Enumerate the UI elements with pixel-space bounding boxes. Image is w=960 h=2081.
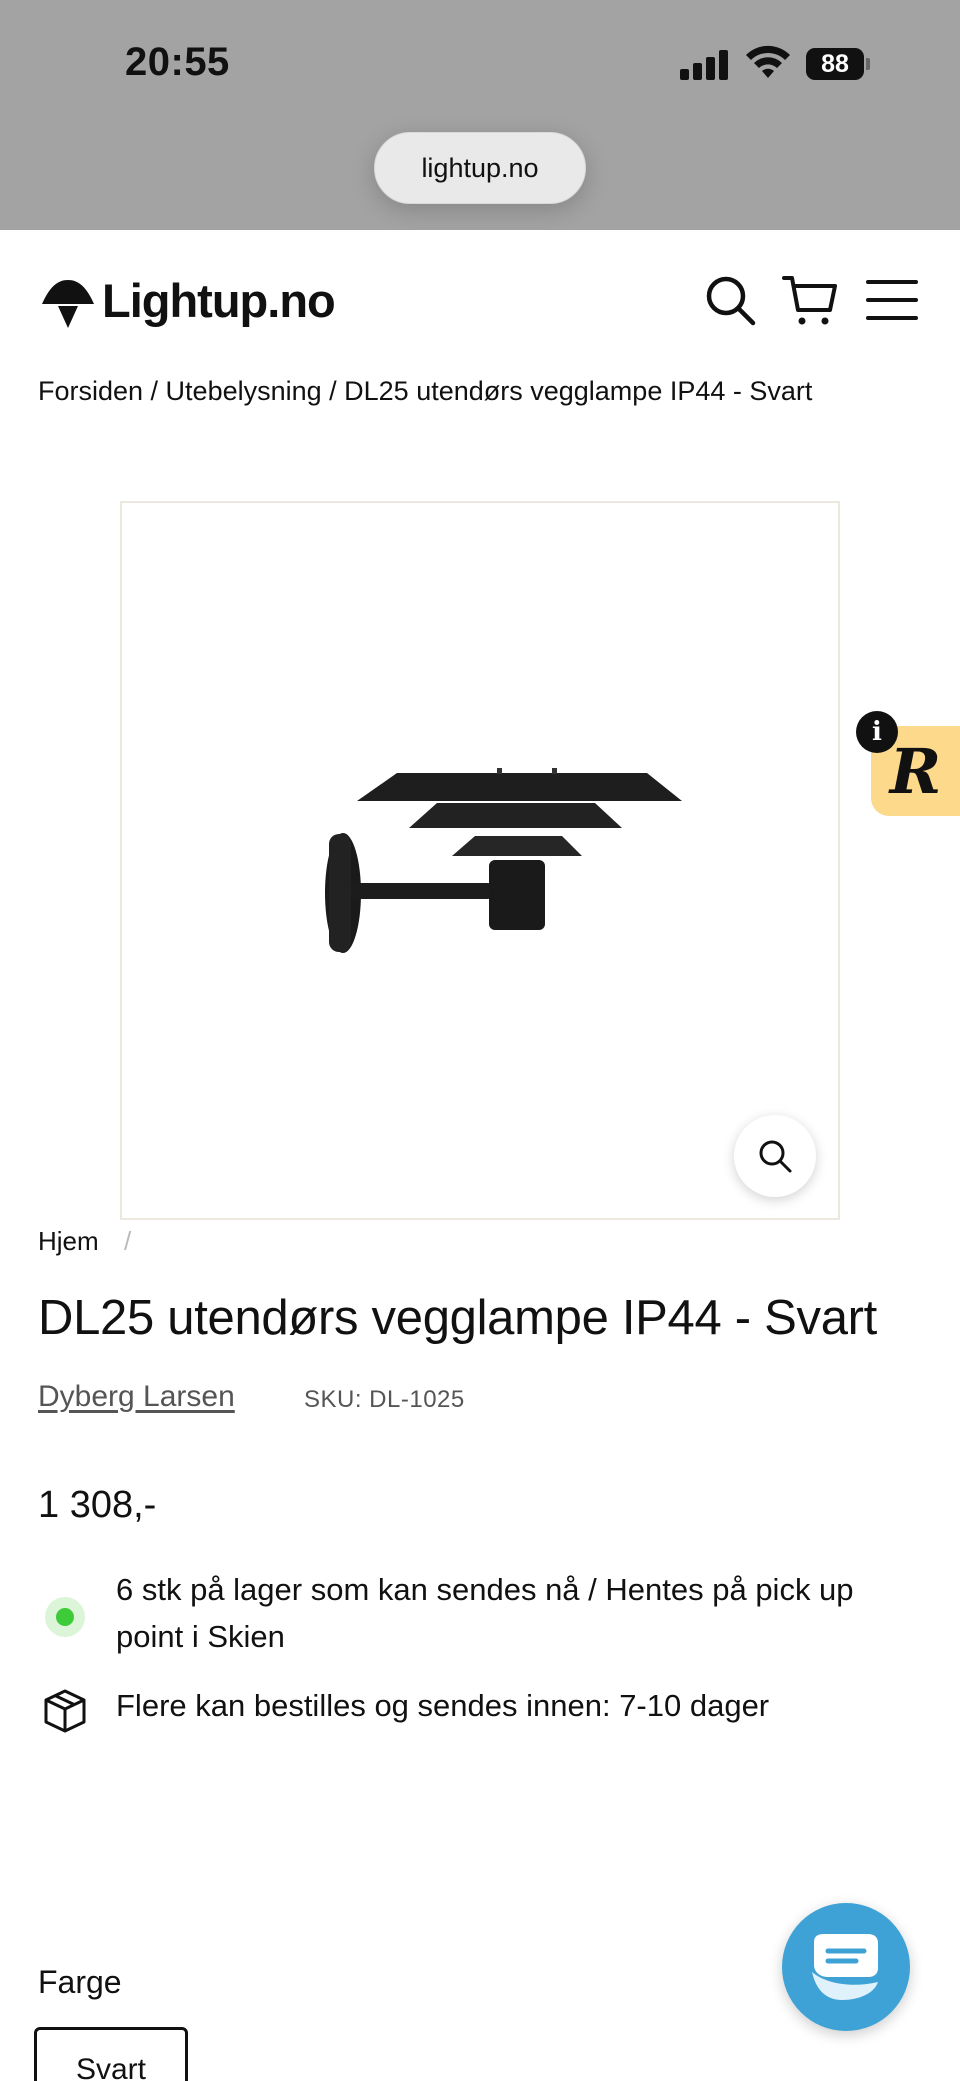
product-photo-lamp: [325, 768, 682, 953]
menu-icon[interactable]: [864, 272, 920, 328]
product-title: DL25 utendørs vegglampe IP44 - Svart: [38, 1291, 877, 1345]
stock-status: 6 stk på lager som kan sendes nå / Hente…: [116, 1572, 854, 1654]
breadcrumb[interactable]: Forsiden / Utebelysning / DL25 utendørs …: [38, 376, 812, 407]
color-option-svart[interactable]: Svart: [34, 2027, 188, 2081]
logo-lamp-icon: [42, 280, 94, 328]
info-icon[interactable]: i: [856, 711, 898, 753]
status-bar: 20:55 88 lightup.no: [0, 0, 960, 230]
logo-text: Lightup.no: [102, 273, 336, 327]
signal-icon: [680, 50, 732, 80]
breadcrumb-separator: /: [124, 1226, 132, 1256]
home-link[interactable]: Hjem: [38, 1226, 99, 1257]
color-label: Farge: [38, 1964, 122, 2000]
zoom-icon: [759, 1140, 792, 1173]
product-sku: SKU: DL-1025: [304, 1386, 465, 1413]
chat-icon: [812, 1934, 878, 2000]
cart-icon[interactable]: [782, 272, 838, 328]
battery-level: 88: [806, 48, 864, 80]
vendor-link[interactable]: Dyberg Larsen: [38, 1380, 235, 1414]
wifi-icon: [746, 45, 790, 78]
search-icon[interactable]: [702, 272, 758, 328]
site-logo[interactable]: Lightup.no: [38, 270, 336, 330]
in-stock-icon: [45, 1597, 85, 1637]
battery-icon: 88: [806, 48, 870, 80]
product-price: 1 308,-: [38, 1484, 157, 1526]
zoom-button[interactable]: [734, 1115, 816, 1197]
status-time: 20:55: [125, 40, 230, 84]
url-bar[interactable]: lightup.no: [374, 132, 586, 204]
chat-button[interactable]: [782, 1903, 910, 2031]
delivery-info: Flere kan bestilles og sendes innen: 7-1…: [116, 1688, 770, 1723]
product-image[interactable]: [120, 501, 840, 1220]
package-icon: [44, 1689, 86, 1733]
